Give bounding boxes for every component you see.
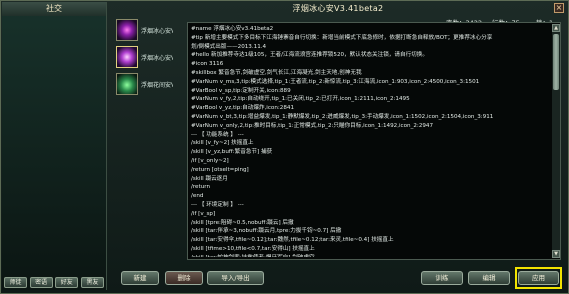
code-line: #icon 3116 bbox=[191, 61, 224, 68]
tab-mentor[interactable]: 师徒 bbox=[4, 277, 27, 288]
code-line: /return bbox=[191, 184, 210, 191]
flower-icon bbox=[116, 73, 138, 95]
new-button[interactable]: 新建 bbox=[121, 271, 159, 285]
social-panel-title: 社交 bbox=[2, 2, 106, 16]
delete-button[interactable]: 删除 bbox=[165, 271, 203, 285]
macro-list: 浮烟冰心安V 浮烟冰心安V 浮烟花间安V bbox=[114, 17, 173, 267]
macro-label: 浮烟冰心安V bbox=[141, 55, 173, 62]
ice-heart-icon bbox=[116, 19, 138, 41]
macro-editor[interactable]: #name 浮烟冰心安v3.41beta2 #tip 新增主要模式下多目标下江海锤… bbox=[187, 22, 561, 260]
code-line: 划/倒模式出版——2013.11.4 bbox=[191, 43, 267, 50]
code-line: #name 浮烟冰心安v3.41beta2 bbox=[191, 26, 274, 32]
code-line: /skill [v_fy~2] 扶摇直上 bbox=[191, 140, 254, 147]
code-line: /if [v_only~2] bbox=[191, 157, 229, 164]
macro-list-item[interactable]: 浮烟花间安V bbox=[114, 71, 173, 97]
code-line: /return [otselt=ping] bbox=[191, 166, 249, 173]
window-title: 浮烟冰心安V3.41beta2 bbox=[292, 4, 384, 13]
code-line: #hello 新加推荐寺达1级105，王者/江海流浪宫连推荐锁520，默认状态关… bbox=[191, 52, 428, 59]
code-line: #VarNum v_fy,2,tip:自动绕开,tip_1:已关闭,tip_2:… bbox=[191, 96, 410, 103]
code-line: /skill [tfime>10,tfile<0.7,tar:安得山] 扶摇直上 bbox=[191, 245, 315, 252]
close-icon: × bbox=[555, 3, 563, 12]
ice-heart-icon bbox=[116, 46, 138, 68]
code-line: #VarNum v_ms,3,tip:模式选择,tip_1:王者流,tip_2:… bbox=[191, 78, 480, 85]
scroll-down-icon[interactable]: ▼ bbox=[552, 250, 560, 258]
macro-text[interactable]: #name 浮烟冰心安v3.41beta2 #tip 新增主要模式下多目标下江海锤… bbox=[191, 25, 551, 257]
social-tab-bar: 师徒 密语 好友 黑友 bbox=[4, 277, 104, 289]
editor-scrollbar[interactable]: ▲ ▼ bbox=[552, 24, 560, 258]
code-line: --- 【 环境定制 】 --- bbox=[191, 201, 244, 208]
apply-button-highlight bbox=[515, 267, 562, 289]
macro-list-item[interactable]: 浮烟冰心安V bbox=[114, 44, 173, 70]
edit-button[interactable]: 编辑 bbox=[468, 271, 510, 285]
code-line: /skill [tar:蛇神剑索:扶救使者:惧牙军白] 剑破虚空 bbox=[191, 254, 551, 257]
scroll-thumb[interactable] bbox=[553, 34, 559, 90]
code-line: #skillbox 繁音急节,剑破虚空,剑气长江,江海凝光,剑主天地,创神无我 bbox=[191, 69, 362, 76]
macro-label: 浮烟花间安V bbox=[141, 82, 173, 89]
close-button[interactable]: × bbox=[554, 3, 564, 13]
import-export-button[interactable]: 导入/导出 bbox=[207, 271, 264, 285]
tab-whisper[interactable]: 密语 bbox=[29, 277, 53, 288]
code-line: --- 【 功能系统 】 --- bbox=[191, 131, 244, 138]
code-line: /end bbox=[191, 193, 204, 200]
macro-list-item[interactable]: 浮烟冰心安V bbox=[114, 17, 173, 43]
code-line: /skill [v_yz,buff:繁音急节] 捕获 bbox=[191, 149, 273, 156]
code-line: /if [v_sp] bbox=[191, 210, 216, 217]
code-line: #VarBool v_sp,tip:定制开关,icon:889 bbox=[191, 87, 291, 94]
code-line: #VarBool v_yz,tip:自动爆炸,icon:2841 bbox=[191, 105, 295, 112]
code-line: /skill [tpre:阻碍~0.5,nobuff:蹑云] 后撤 bbox=[191, 219, 294, 226]
code-line: /skill [tar:伴承~3,nobuff:蹑云月,tpre:力拔千钧~0.… bbox=[191, 228, 342, 235]
code-line: #tip 新增主要模式下多目标下江海锤寨音自行切换：新增当前模式下底急修时，依据… bbox=[191, 34, 493, 41]
code-line: /skill 蹑云逐月 bbox=[191, 175, 228, 182]
code-line: #VarNum v_only,2,tip:推时目标,tip_1:正常模式,tip… bbox=[191, 122, 434, 129]
macro-label: 浮烟冰心安V bbox=[141, 28, 173, 35]
train-button[interactable]: 训练 bbox=[421, 271, 463, 285]
code-line: /skill [tar:安得伞,tfile~0.12];tar:魏然,tfile… bbox=[191, 237, 394, 244]
tab-blocked[interactable]: 黑友 bbox=[80, 277, 104, 288]
scroll-up-icon[interactable]: ▲ bbox=[552, 24, 560, 32]
code-line: #VarNum v_bt,3,tip:增益爆发,tip_1:静默爆发,tip_2… bbox=[191, 113, 494, 120]
social-panel: 社交 师徒 密语 好友 黑友 bbox=[2, 2, 107, 290]
tab-friends[interactable]: 好友 bbox=[55, 277, 79, 288]
